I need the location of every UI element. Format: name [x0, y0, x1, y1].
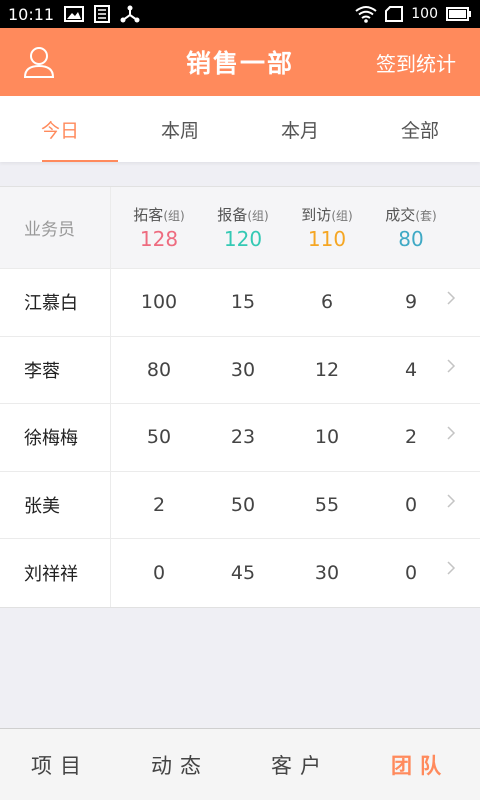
column-label: 拓客	[133, 206, 164, 224]
reported-value: 23	[230, 426, 256, 449]
visits-value: 30	[314, 561, 340, 584]
status-time: 10:11	[8, 4, 55, 24]
column-total: 128	[139, 227, 179, 251]
column-label: 到访	[301, 206, 332, 224]
table-header-row: 业务员 拓客(组) 128 报备(组) 120 到访(组) 110 成交(套) …	[0, 187, 480, 269]
salesperson-name: 刘祥祥	[0, 539, 111, 607]
table-row[interactable]: 张美 2 50 55 0	[0, 471, 480, 539]
chevron-right-icon	[447, 358, 456, 373]
chevron-right-icon	[447, 493, 456, 508]
table-row[interactable]: 刘祥祥 0 45 30 0	[0, 539, 480, 607]
chevron-right-icon	[447, 291, 456, 305]
nav-team[interactable]: 团队	[360, 729, 480, 800]
column-unit: (组)	[331, 209, 353, 223]
gallery-icon	[64, 6, 85, 22]
table-row[interactable]: 江慕白 100 15 6 9	[0, 269, 480, 337]
deals-value: 0	[404, 493, 418, 516]
column-header-reported: 报备(组) 120	[201, 187, 285, 268]
checkin-stats-button[interactable]: 签到统计	[376, 48, 456, 77]
reported-value: 15	[230, 291, 256, 314]
prospects-value: 80	[146, 358, 172, 381]
tab-all[interactable]: 全部	[360, 96, 480, 162]
visits-value: 55	[314, 493, 340, 516]
sales-stats-table: 业务员 拓客(组) 128 报备(组) 120 到访(组) 110 成交(套) …	[0, 186, 480, 608]
header-bar: 销售一部 签到统计	[0, 28, 480, 96]
sim-card-icon	[385, 6, 404, 22]
column-total: 80	[398, 227, 424, 251]
prospects-value: 50	[146, 426, 172, 449]
visits-value: 12	[314, 358, 340, 381]
prospects-value: 100	[140, 291, 178, 314]
chevron-right-icon	[447, 561, 456, 575]
salesperson-name: 李蓉	[0, 336, 111, 403]
period-tabs: 今日 本周 本月 全部	[0, 96, 480, 162]
column-header-visits: 到访(组) 110	[285, 187, 369, 268]
column-unit: (组)	[247, 209, 269, 223]
prospects-value: 2	[152, 493, 166, 516]
salesperson-name: 张美	[0, 471, 111, 538]
salesperson-name: 徐梅梅	[0, 404, 111, 471]
deals-value: 0	[404, 561, 418, 584]
battery-level: 100	[411, 6, 438, 22]
column-total: 120	[223, 227, 263, 251]
deals-value: 2	[404, 426, 418, 449]
tab-this-week[interactable]: 本周	[120, 96, 240, 162]
column-unit: (套)	[415, 209, 437, 223]
nav-feed[interactable]: 动态	[120, 729, 240, 800]
table-row[interactable]: 李蓉 80 30 12 4	[0, 336, 480, 404]
chevron-right-icon	[447, 426, 456, 440]
app-notification-icon	[94, 5, 111, 23]
column-label: 成交	[385, 206, 416, 224]
reported-value: 45	[230, 561, 256, 584]
column-total: 110	[307, 227, 347, 251]
prospects-value: 0	[152, 561, 166, 584]
column-label: 报备	[217, 206, 248, 224]
salesperson-name: 江慕白	[0, 269, 111, 336]
column-header-deals: 成交(套) 80	[369, 187, 453, 268]
column-unit: (组)	[163, 209, 185, 223]
tab-today[interactable]: 今日	[0, 96, 120, 162]
column-header-prospects: 拓客(组) 128	[117, 187, 201, 268]
table-row[interactable]: 徐梅梅 50 23 10 2	[0, 404, 480, 472]
reported-value: 50	[230, 493, 256, 516]
salesperson-header: 业务员	[0, 187, 111, 268]
deals-value: 9	[404, 291, 418, 314]
nav-projects[interactable]: 项目	[0, 729, 120, 800]
bottom-nav: 项目 动态 客户 团队	[0, 728, 480, 800]
tab-this-month[interactable]: 本月	[240, 96, 360, 162]
reported-value: 30	[230, 358, 256, 381]
network-icon	[120, 4, 140, 24]
battery-icon	[446, 7, 472, 21]
visits-value: 6	[320, 291, 334, 314]
status-bar: 10:11 100	[0, 0, 480, 28]
nav-customers[interactable]: 客户	[240, 729, 360, 800]
wifi-icon	[355, 5, 377, 23]
visits-value: 10	[314, 426, 340, 449]
deals-value: 4	[404, 358, 418, 381]
